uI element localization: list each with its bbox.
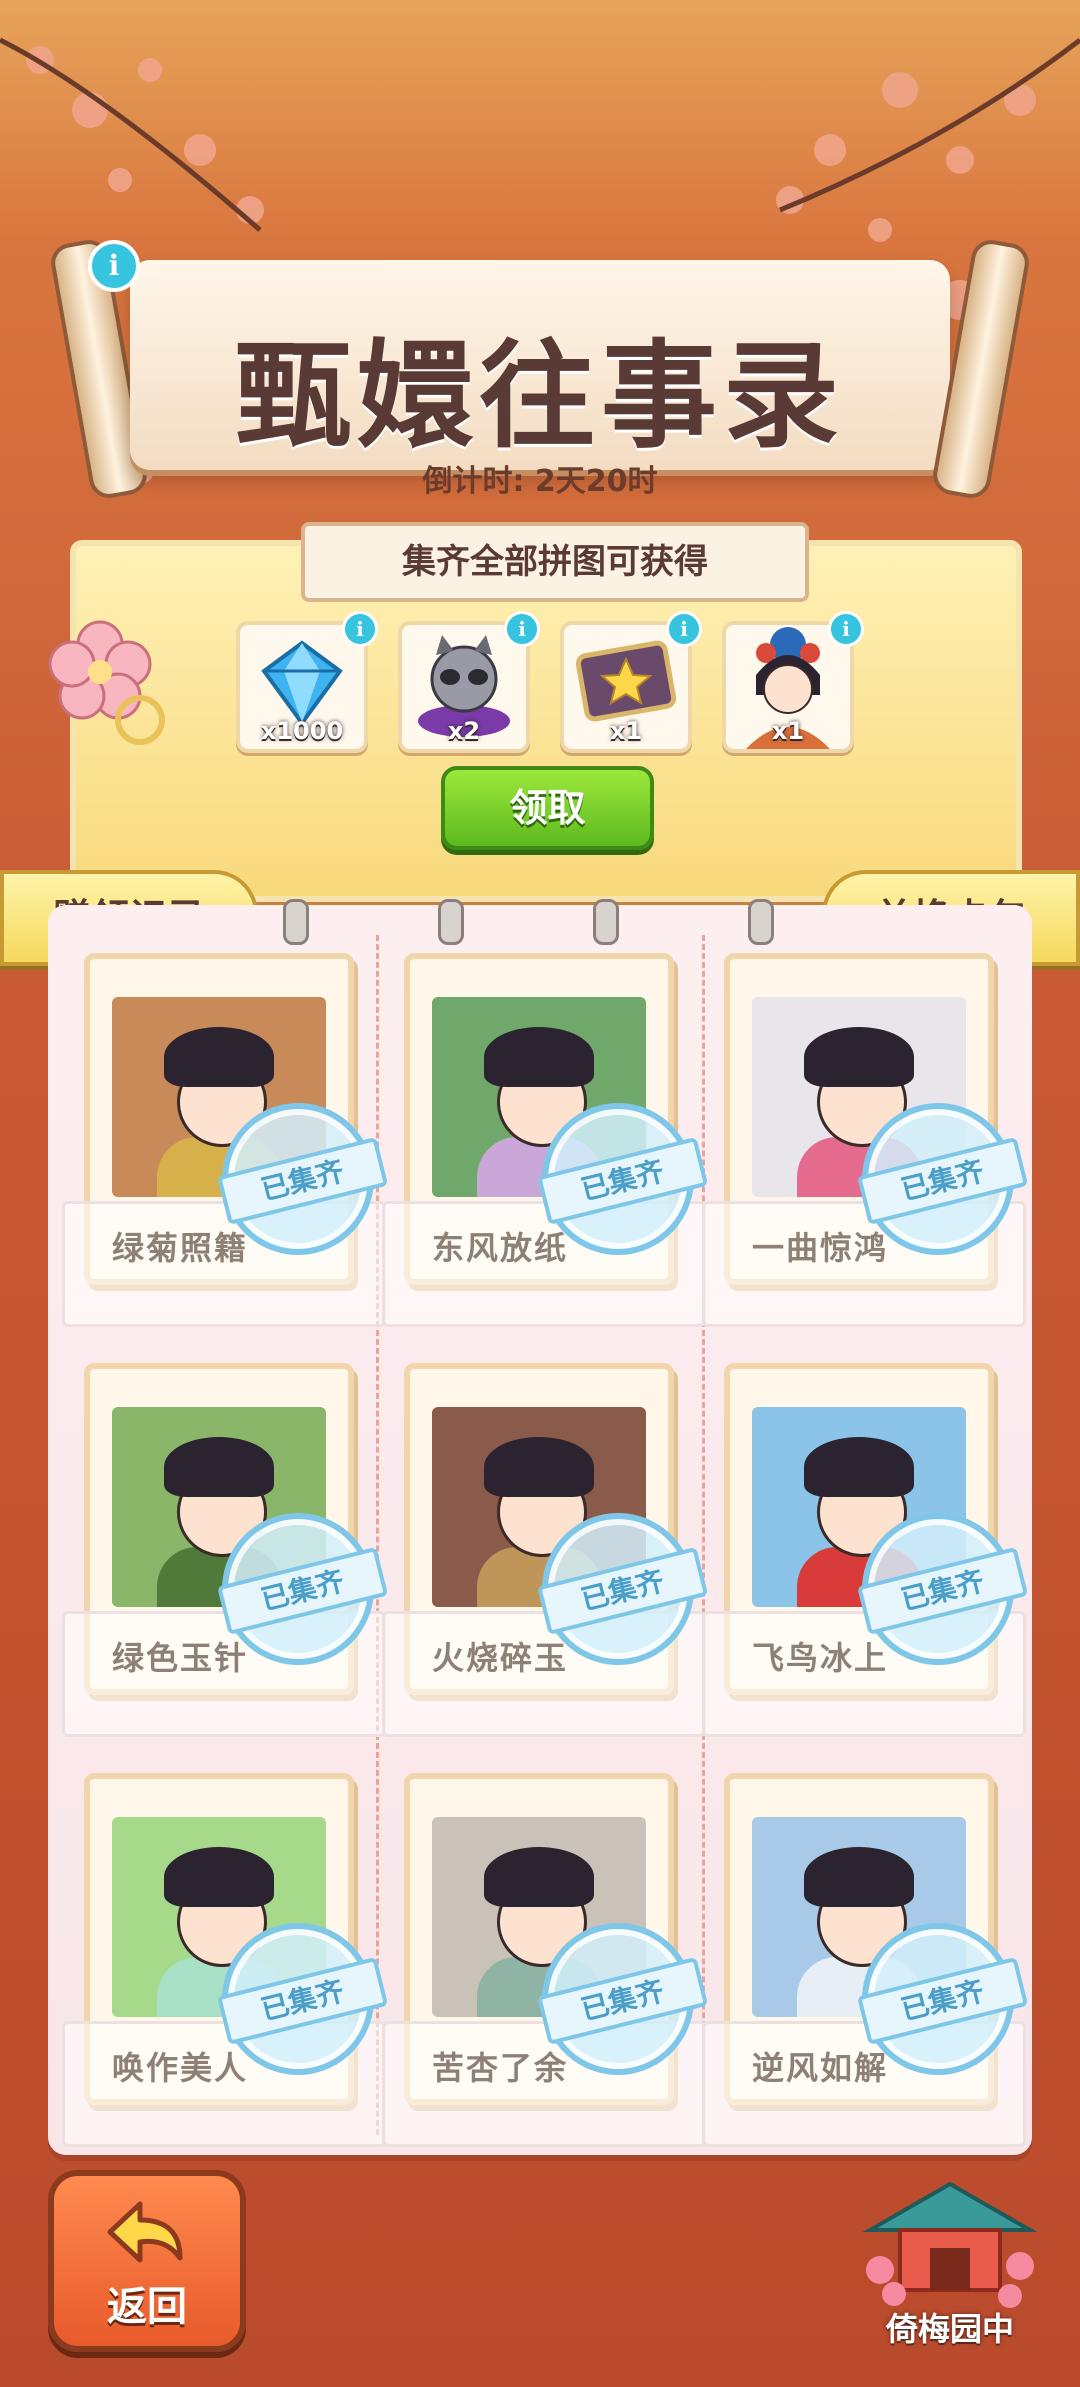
collection-card[interactable]: 火烧碎玉 已集齐 bbox=[382, 1363, 711, 1773]
reward-info-icon[interactable]: i bbox=[666, 611, 702, 647]
collection-card[interactable]: 东风放纸 已集齐 bbox=[382, 953, 711, 1363]
reward-info-icon[interactable]: i bbox=[504, 611, 540, 647]
figure-hair bbox=[804, 1027, 914, 1087]
album-pin bbox=[438, 899, 464, 945]
collected-stamp-label: 已集齐 bbox=[216, 1136, 389, 1226]
card-name: 一曲惊鸿 bbox=[752, 1229, 889, 1267]
figure-hair bbox=[164, 1437, 274, 1497]
back-arrow-icon bbox=[107, 2201, 183, 2263]
title-scroll: 甄嬛往事录 倒计时: 2天20时 bbox=[48, 236, 1032, 502]
card-name: 火烧碎玉 bbox=[432, 1639, 569, 1677]
card-name: 逆风如解 bbox=[752, 2049, 889, 2087]
reward-item-star-card[interactable]: x1 i bbox=[560, 611, 702, 753]
collected-stamp-label: 已集齐 bbox=[536, 1136, 709, 1226]
reward-panel: 集齐全部拼图可获得 x1000 i x2 i x1 i x1 i 领取 bbox=[70, 522, 1022, 902]
event-title: 甄嬛往事录 bbox=[235, 328, 845, 464]
collection-card[interactable]: 绿色玉针 已集齐 bbox=[62, 1363, 391, 1773]
plum-flower-charm-icon bbox=[48, 620, 165, 745]
reward-qty: x1 bbox=[609, 717, 643, 745]
plum-garden-button[interactable]: 倚梅园中 bbox=[860, 2170, 1040, 2350]
countdown-timer: 倒计时: 2天20时 bbox=[422, 464, 658, 499]
album-pin bbox=[593, 899, 619, 945]
card-name: 绿菊照籍 bbox=[112, 1229, 249, 1267]
collected-stamp-label: 已集齐 bbox=[856, 1546, 1029, 1636]
figure-hair bbox=[484, 1437, 594, 1497]
title-paper: 甄嬛往事录 倒计时: 2天20时 bbox=[130, 260, 950, 499]
card-name: 东风放纸 bbox=[432, 1229, 569, 1267]
collection-card[interactable]: 唤作美人 已集齐 bbox=[62, 1773, 391, 2183]
collection-card[interactable]: 飞鸟冰上 已集齐 bbox=[702, 1363, 1031, 1773]
event-info-icon[interactable]: i bbox=[88, 240, 140, 292]
card-name: 唤作美人 bbox=[112, 2049, 249, 2087]
reward-qty: x2 bbox=[447, 717, 481, 745]
card-name: 飞鸟冰上 bbox=[752, 1639, 889, 1677]
collection-card[interactable]: 绿菊照籍 已集齐 bbox=[62, 953, 391, 1363]
reward-item-raccoon[interactable]: x2 i bbox=[398, 611, 540, 753]
collection-card[interactable]: 苦杏了余 已集齐 bbox=[382, 1773, 711, 2183]
collection-card[interactable]: 逆风如解 已集齐 bbox=[702, 1773, 1031, 2183]
back-label: 返回 bbox=[107, 2284, 187, 2330]
figure-hair bbox=[484, 1847, 594, 1907]
reward-item-avatar[interactable]: x1 i bbox=[722, 611, 864, 753]
reward-qty: x1 bbox=[771, 717, 805, 745]
collected-stamp-label: 已集齐 bbox=[536, 1956, 709, 2046]
reward-qty: x1000 bbox=[260, 717, 344, 745]
plum-garden-label: 倚梅园中 bbox=[885, 2310, 1014, 2348]
reward-info-icon[interactable]: i bbox=[828, 611, 864, 647]
figure-hair bbox=[804, 1847, 914, 1907]
album-pin bbox=[283, 899, 309, 945]
reward-banner: 集齐全部拼图可获得 bbox=[301, 522, 809, 602]
collected-stamp-label: 已集齐 bbox=[856, 1956, 1029, 2046]
figure-hair bbox=[164, 1847, 274, 1907]
claim-button[interactable]: 领取 bbox=[441, 766, 654, 850]
collection-album: 绿菊照籍 已集齐 东风放纸 已集齐 一曲惊鸿 已集齐 绿色玉针 已集齐 火烧碎玉… bbox=[48, 899, 1032, 2155]
back-button[interactable]: 返回 bbox=[48, 2170, 246, 2352]
reward-info-icon[interactable]: i bbox=[342, 611, 378, 647]
figure-hair bbox=[164, 1027, 274, 1087]
card-name: 苦杏了余 bbox=[432, 2049, 569, 2087]
reward-items: x1000 i x2 i x1 i x1 i bbox=[236, 611, 936, 753]
collected-stamp-label: 已集齐 bbox=[216, 1956, 389, 2046]
collection-card[interactable]: 一曲惊鸿 已集齐 bbox=[702, 953, 1031, 1363]
album-pin bbox=[748, 899, 774, 945]
card-name: 绿色玉针 bbox=[112, 1639, 249, 1677]
figure-hair bbox=[804, 1437, 914, 1497]
reward-item-diamond[interactable]: x1000 i bbox=[236, 611, 378, 753]
figure-hair bbox=[484, 1027, 594, 1087]
pavilion-icon bbox=[862, 2181, 1038, 2308]
collected-stamp-label: 已集齐 bbox=[536, 1546, 709, 1636]
collected-stamp-label: 已集齐 bbox=[216, 1546, 389, 1636]
collected-stamp-label: 已集齐 bbox=[856, 1136, 1029, 1226]
